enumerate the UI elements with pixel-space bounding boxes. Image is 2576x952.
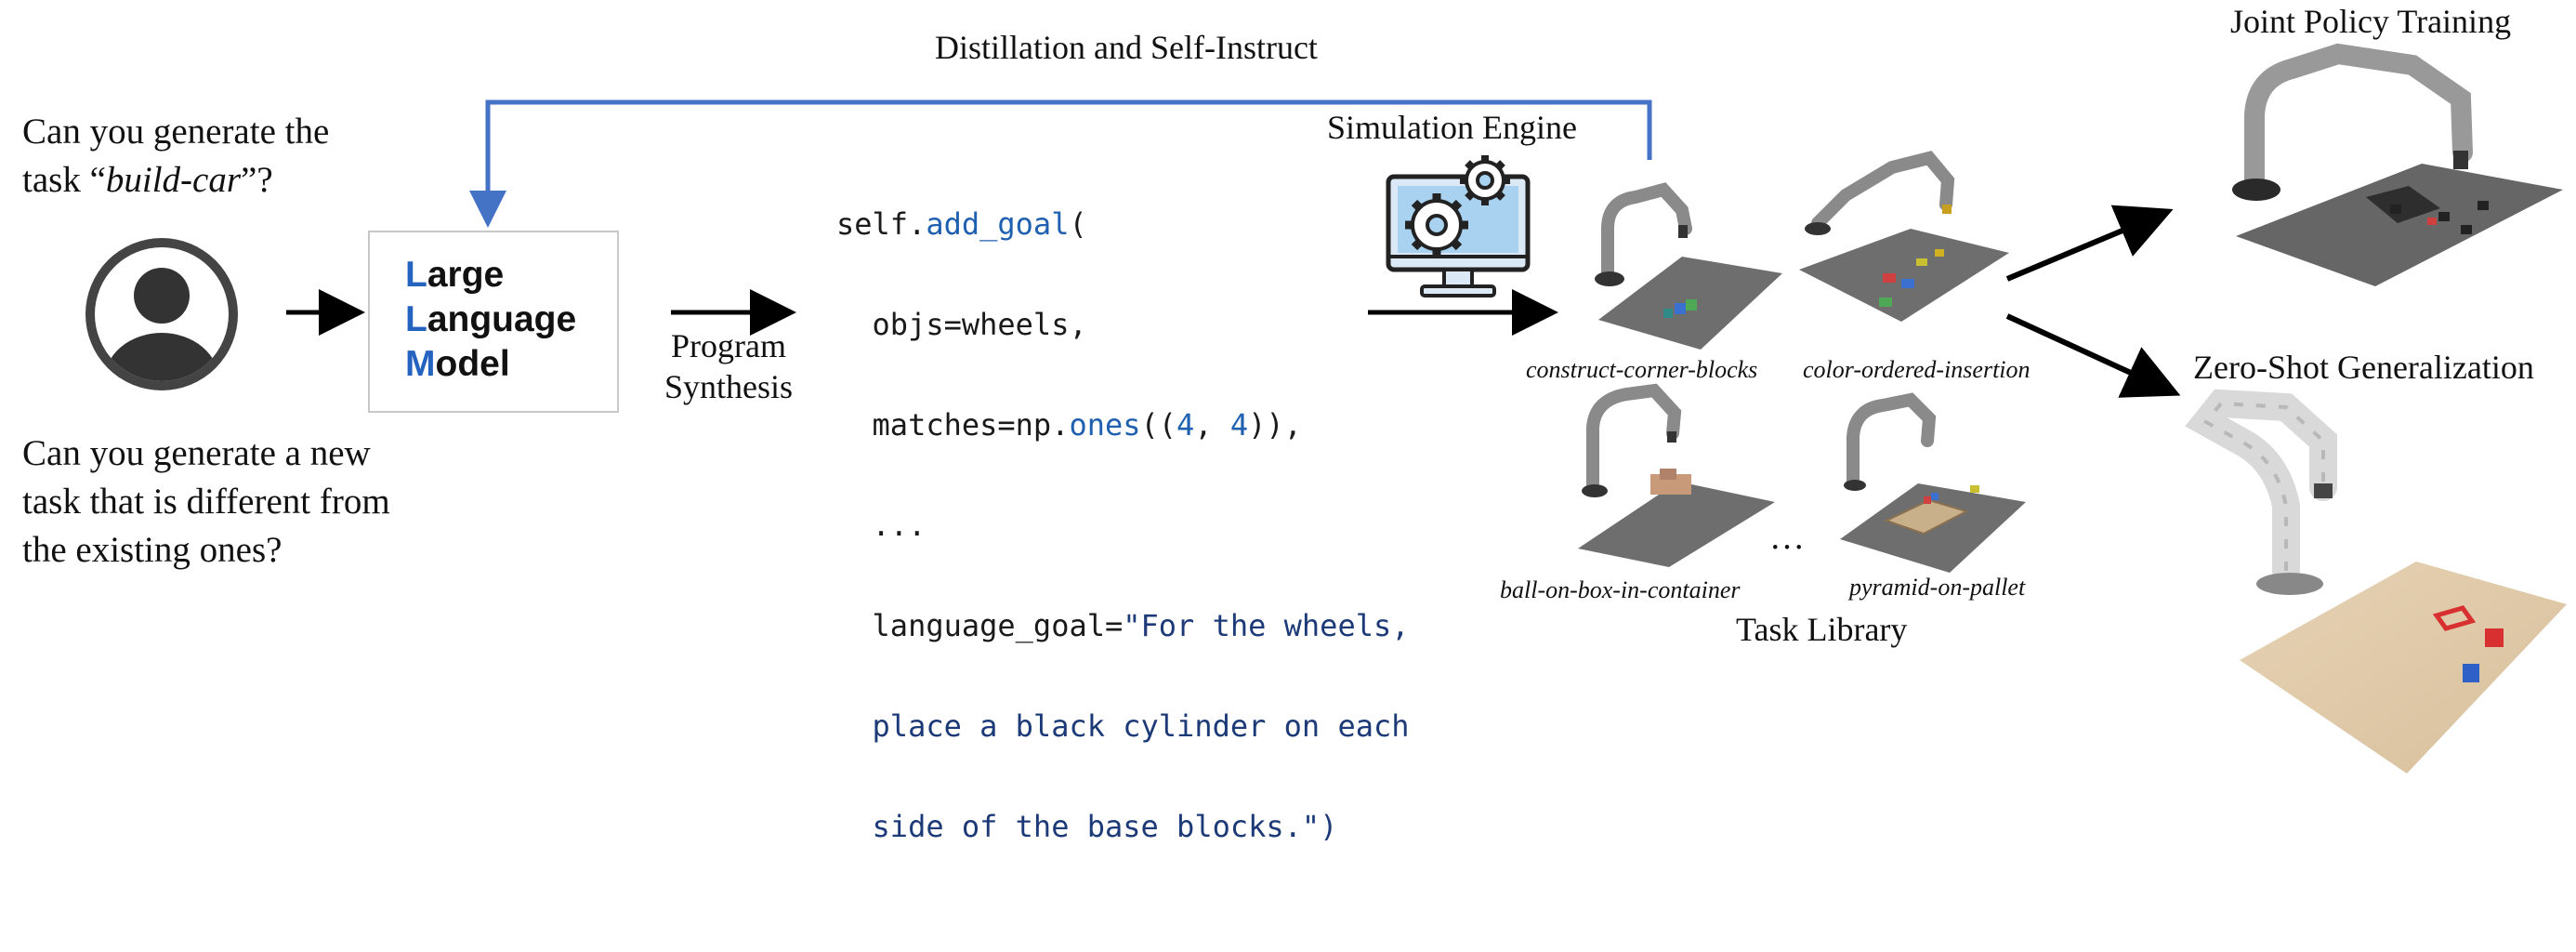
simulation-engine-label: Simulation Engine bbox=[1327, 109, 1577, 146]
code-snippet: self.add_goal( objs=wheels, matches=np.o… bbox=[836, 149, 1410, 952]
llm-initial-l2: L bbox=[405, 299, 427, 339]
code-paren: ( bbox=[1069, 206, 1087, 242]
question-build-car: Can you generate the task “build-car”? bbox=[22, 108, 329, 205]
code-line-1: self.add_goal( bbox=[836, 199, 1410, 249]
code-string-1: "For the wheels, bbox=[1123, 608, 1410, 643]
code-line-2: objs=wheels, bbox=[836, 307, 1087, 342]
simulation-monitor-icon bbox=[1386, 155, 1531, 298]
q1-suffix: ”? bbox=[241, 160, 273, 200]
code-matches: matches=np. bbox=[836, 407, 1070, 443]
to-joint-policy-arrow bbox=[2005, 205, 2174, 282]
code-close: )), bbox=[1248, 407, 1302, 443]
code-line-4: ... bbox=[836, 508, 927, 543]
task-library-label: Task Library bbox=[1736, 611, 1908, 648]
code-open: (( bbox=[1140, 407, 1177, 443]
code-add-goal: add_goal bbox=[926, 206, 1070, 242]
task-label-color-ordered-insertion: color-ordered-insertion bbox=[1803, 356, 2031, 383]
q1-prefix: task “ bbox=[22, 160, 106, 200]
gear-icon bbox=[1405, 193, 1468, 257]
code-comma: , bbox=[1194, 407, 1230, 443]
task-thumbnail-construct-corner-blocks bbox=[1595, 182, 1782, 350]
code-line-6: place a black cylinder on each bbox=[836, 708, 1410, 744]
llm-rest-3: odel bbox=[435, 344, 510, 384]
code-line-5: language_goal="For the wheels, bbox=[836, 601, 1410, 651]
code-ones: ones bbox=[1069, 407, 1141, 443]
question-new-task: Can you generate a new task that is diff… bbox=[22, 430, 390, 575]
llm-initial-m: M bbox=[405, 344, 436, 384]
code-num-2: 4 bbox=[1229, 407, 1249, 443]
program-synthesis-line-1: Program bbox=[671, 327, 786, 364]
llm-line-1: Large bbox=[405, 255, 504, 296]
code-line-3: matches=np.ones((4, 4)), bbox=[836, 400, 1410, 450]
code-self: self. bbox=[836, 206, 927, 242]
zero-shot-generalization-scene bbox=[2185, 389, 2567, 774]
zero-shot-generalization-label: Zero-Shot Generalization bbox=[2193, 349, 2534, 386]
code-line-7: side of the base blocks.") bbox=[836, 809, 1338, 844]
program-synthesis-line-2: Synthesis bbox=[664, 368, 794, 405]
large-language-model-box: Large Language Model bbox=[368, 231, 619, 413]
task-label-pyramid-on-pallet: pyramid-on-pallet bbox=[1849, 574, 2026, 601]
code-num-1: 4 bbox=[1176, 407, 1195, 443]
llm-rest-2: anguage bbox=[427, 299, 577, 339]
task-ellipsis: … bbox=[1769, 518, 1805, 557]
user-avatar-icon bbox=[85, 238, 238, 390]
llm-initial-l1: L bbox=[405, 255, 427, 295]
llm-rest-1: arge bbox=[427, 255, 505, 295]
q1-task-name: build-car bbox=[105, 160, 242, 200]
distillation-label: Distillation and Self-Instruct bbox=[935, 29, 1318, 66]
llm-line-2: Language bbox=[405, 299, 576, 340]
question-1-line-1: Can you generate the bbox=[22, 112, 330, 152]
question-2-line-2: task that is different from bbox=[22, 482, 390, 522]
to-zero-shot-arrow bbox=[2005, 313, 2181, 398]
joint-policy-training-scene bbox=[2232, 43, 2563, 286]
task-label-construct-corner-blocks: construct-corner-blocks bbox=[1526, 356, 1758, 383]
llm-line-3: Model bbox=[405, 344, 510, 385]
question-2-line-3: the existing ones? bbox=[22, 530, 283, 570]
gear-small-icon bbox=[1460, 155, 1510, 205]
question-2-line-1: Can you generate a new bbox=[22, 433, 371, 473]
task-thumbnail-color-ordered-insertion bbox=[1799, 151, 2009, 322]
task-thumbnail-pyramid-on-pallet bbox=[1840, 392, 2026, 573]
program-synthesis-label: Program Synthesis bbox=[651, 325, 807, 407]
task-label-ball-on-box-in-container: ball-on-box-in-container bbox=[1500, 576, 1741, 603]
joint-policy-training-label: Joint Policy Training bbox=[2230, 3, 2512, 40]
code-language-goal: language_goal= bbox=[836, 608, 1124, 643]
task-thumbnail-ball-on-box-in-container bbox=[1578, 383, 1775, 567]
question-1-line-2: task “build-car”? bbox=[22, 156, 329, 205]
